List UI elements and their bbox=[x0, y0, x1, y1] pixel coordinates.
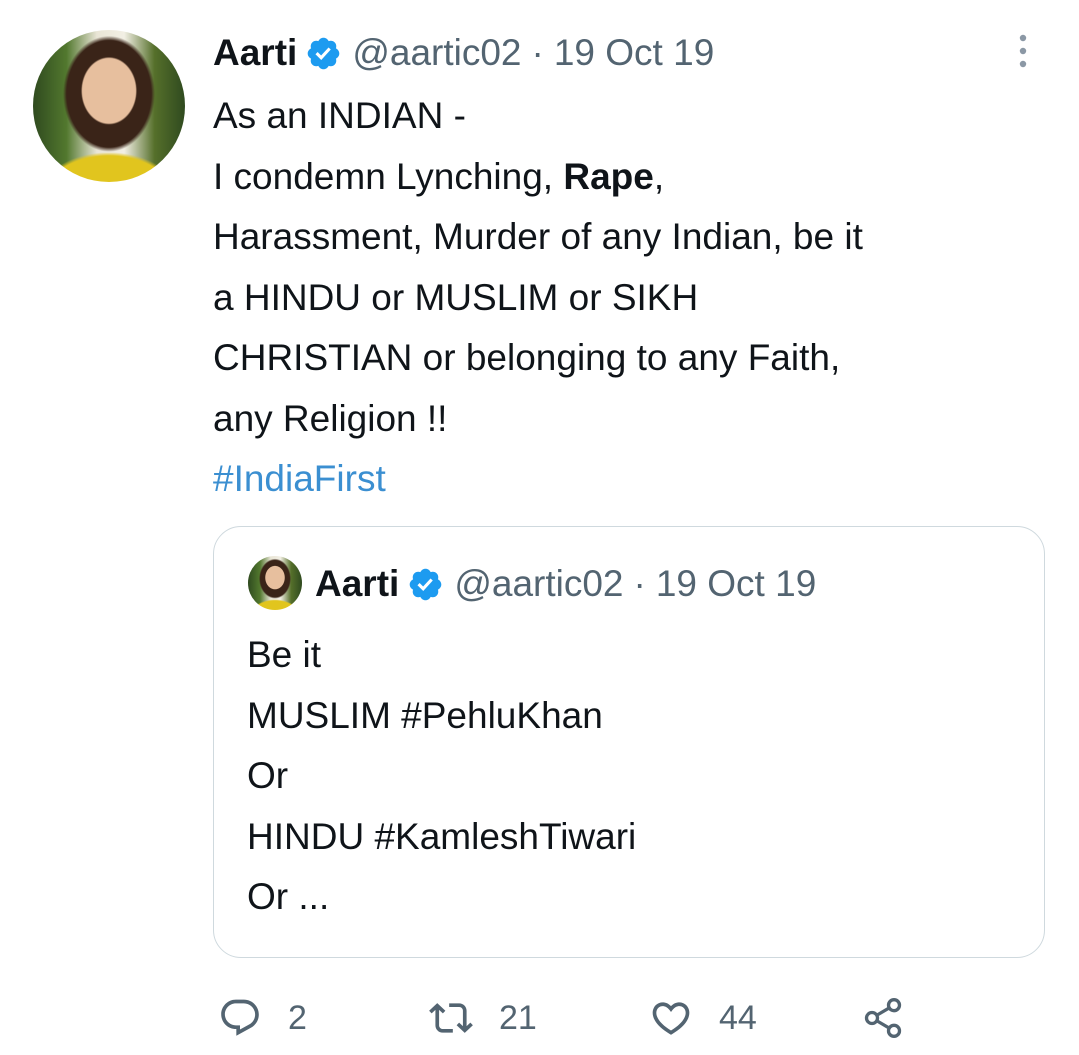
separator-dot: · bbox=[531, 32, 544, 73]
quoted-tweet-card[interactable]: Aarti @aartic02 · 19 Oct 19 Be it MUSLIM… bbox=[213, 526, 1045, 958]
retweet-button[interactable]: 21 bbox=[429, 990, 537, 1046]
hashtag-link[interactable]: #IndiaFirst bbox=[213, 449, 1063, 510]
retweet-count: 21 bbox=[499, 998, 537, 1037]
quoted-tweet-date[interactable]: 19 Oct 19 bbox=[656, 563, 816, 605]
quoted-tweet-line: HINDU #KamleshTiwari bbox=[247, 815, 637, 857]
more-vertical-icon[interactable] bbox=[1012, 32, 1034, 72]
quoted-tweet-line: Be it bbox=[247, 634, 322, 675]
quoted-tweet-line: MUSLIM #PehluKhan bbox=[247, 694, 603, 736]
quoted-tweet-header: Aarti @aartic02 · 19 Oct 19 bbox=[315, 559, 816, 609]
like-button[interactable]: 44 bbox=[649, 990, 757, 1046]
reply-icon bbox=[221, 999, 259, 1036]
share-button[interactable] bbox=[861, 990, 905, 1046]
tweet-line: a HINDU or MUSLIM or SIKH bbox=[213, 276, 699, 318]
reply-count: 2 bbox=[288, 998, 307, 1037]
tweet-line: As an INDIAN - bbox=[213, 95, 466, 136]
tweet-header: Aarti @aartic02 · 19 Oct 19 bbox=[213, 28, 714, 78]
tweet-text-bold: Rape bbox=[563, 155, 654, 197]
author-handle[interactable]: @aartic02 bbox=[352, 32, 521, 74]
tweet-text-segment: , bbox=[653, 155, 665, 197]
tweet-text: As an INDIAN - I condemn Lynching, Rape,… bbox=[213, 86, 1063, 510]
separator-dot: · bbox=[633, 563, 646, 604]
quoted-tweet-line: Or ... bbox=[247, 876, 330, 917]
tweet-line: any Religion !! bbox=[213, 397, 448, 439]
tweet-line: CHRISTIAN or belonging to any Faith, bbox=[213, 337, 841, 378]
verified-badge-icon bbox=[410, 568, 442, 600]
tweet-line: I condemn Lynching, Rape, bbox=[213, 147, 1063, 208]
tweet-action-bar: 2 21 44 bbox=[213, 990, 1063, 1046]
like-count: 44 bbox=[719, 998, 757, 1037]
verified-badge-icon bbox=[308, 37, 340, 69]
heart-icon bbox=[652, 1002, 690, 1035]
quoted-tweet-text: Be it MUSLIM #PehluKhan Or HINDU #Kamles… bbox=[247, 625, 636, 928]
tweet-line: Harassment, Murder of any Indian, be it bbox=[213, 216, 863, 257]
quoted-author-avatar[interactable] bbox=[248, 556, 302, 610]
tweet-text-segment: I condemn Lynching, bbox=[213, 155, 564, 197]
quoted-author-name[interactable]: Aarti bbox=[315, 563, 399, 605]
share-icon bbox=[864, 998, 902, 1038]
author-name[interactable]: Aarti bbox=[213, 32, 297, 74]
author-avatar[interactable] bbox=[33, 30, 185, 182]
quoted-author-handle[interactable]: @aartic02 bbox=[454, 563, 623, 605]
quoted-tweet-line: Or bbox=[247, 755, 289, 796]
tweet-date[interactable]: 19 Oct 19 bbox=[554, 32, 714, 74]
retweet-icon bbox=[429, 1003, 473, 1033]
reply-button[interactable]: 2 bbox=[218, 990, 307, 1046]
